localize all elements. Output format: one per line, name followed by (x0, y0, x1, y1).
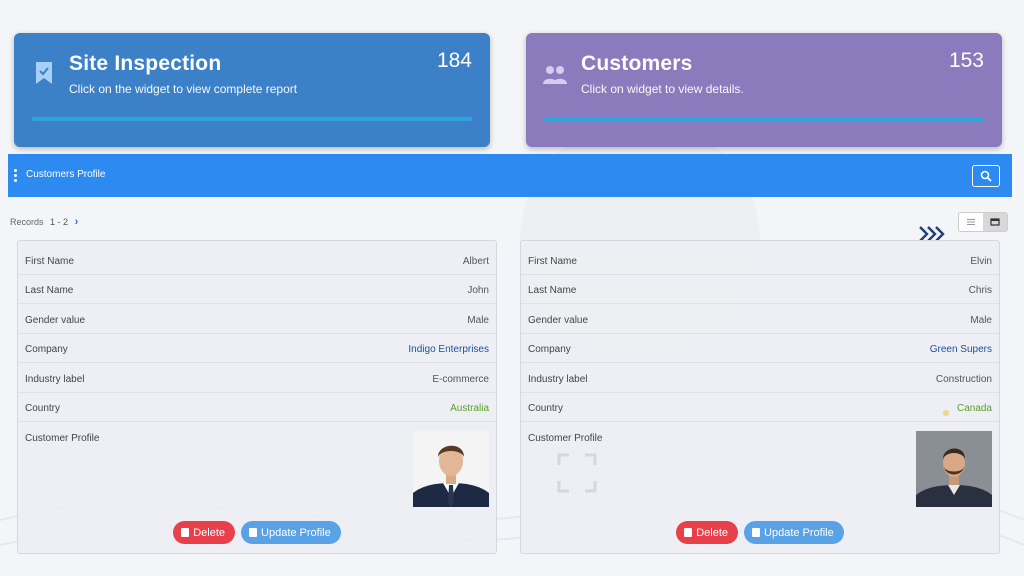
field-value: Chris (968, 285, 992, 296)
field-label: Company (528, 344, 571, 355)
field-value: Construction (935, 374, 992, 385)
field-value: Elvin (970, 256, 992, 267)
field-row: Industry label Construction (521, 364, 999, 393)
widget-progress-bar (544, 117, 984, 121)
trash-icon (181, 528, 190, 537)
field-value: Male (970, 315, 992, 326)
customers-profile-header: Customers Profile (8, 154, 1012, 197)
field-value: E-commerce (432, 374, 489, 385)
card-actions: Delete Update Profile (18, 521, 496, 544)
panel-title: Customers Profile (26, 169, 106, 180)
field-label: Country (528, 403, 564, 414)
card-actions: Delete Update Profile (521, 521, 999, 544)
widget-title: Site Inspection (69, 52, 222, 75)
widget-title: Customers (581, 52, 693, 75)
customer-card: First Name Albert Last Name John Gender … (17, 240, 497, 554)
records-range: 1 - 2 (50, 217, 69, 227)
field-row: Country Canada (521, 393, 999, 422)
widget-subtitle: Click on the widget to view complete rep… (69, 82, 298, 96)
field-row: First Name Albert (18, 246, 496, 275)
field-row: Gender value Male (18, 305, 496, 334)
field-label: First Name (528, 256, 577, 267)
company-link[interactable]: Green Supers (930, 344, 992, 355)
list-view-button[interactable] (959, 213, 983, 231)
records-label: Records (10, 217, 44, 227)
customers-widget[interactable]: Customers Click on widget to view detail… (526, 33, 1002, 147)
view-toggle (958, 212, 1008, 232)
field-label: Customer Profile (25, 433, 100, 444)
save-icon (752, 528, 761, 537)
kebab-menu-icon[interactable] (14, 169, 18, 182)
widget-subtitle: Click on widget to view details. (581, 82, 744, 96)
field-label: Industry label (25, 374, 85, 385)
field-label: Industry label (528, 374, 588, 385)
trash-icon (684, 528, 693, 537)
widget-progress-bar (32, 117, 472, 121)
delete-label: Delete (696, 526, 729, 539)
next-page-chevron-icon[interactable]: › (75, 216, 79, 228)
customer-card: First Name Elvin Last Name Chris Gender … (520, 240, 1000, 554)
delete-label: Delete (193, 526, 226, 539)
field-row: Last Name Chris (521, 275, 999, 304)
field-row: Gender value Male (521, 305, 999, 334)
country-value: Australia (450, 403, 489, 414)
widget-count: 184 (436, 49, 472, 72)
country-value: Canada (956, 403, 992, 414)
field-label: Country (25, 403, 61, 414)
update-label: Update Profile (764, 526, 834, 539)
search-button[interactable] (972, 165, 1000, 187)
card-view-button[interactable] (983, 213, 1007, 231)
field-row: Industry label E-commerce (18, 364, 496, 393)
widget-count: 153 (948, 49, 984, 72)
focus-frame-icon (557, 453, 597, 493)
search-icon (980, 170, 992, 182)
site-inspection-widget[interactable]: Site Inspection Click on the widget to v… (14, 33, 490, 147)
customer-photo (916, 431, 992, 507)
field-row: Company Green Supers (521, 334, 999, 363)
users-icon (543, 66, 567, 84)
field-row: Last Name John (18, 275, 496, 304)
list-icon (967, 219, 975, 225)
field-value: Male (467, 315, 489, 326)
bookmark-check-icon (36, 62, 52, 84)
field-row: Country Australia (18, 393, 496, 422)
field-label: Gender value (528, 315, 589, 326)
cursor-highlight (943, 410, 949, 416)
update-label: Update Profile (261, 526, 331, 539)
field-label: Last Name (25, 285, 74, 296)
field-row: Company Indigo Enterprises (18, 334, 496, 363)
save-icon (249, 528, 258, 537)
delete-button[interactable]: Delete (173, 521, 236, 544)
field-label: Company (25, 344, 68, 355)
company-link[interactable]: Indigo Enterprises (408, 344, 489, 355)
field-value: Albert (462, 256, 489, 267)
update-profile-button[interactable]: Update Profile (744, 521, 844, 544)
field-label: Gender value (25, 315, 86, 326)
customer-photo (413, 431, 489, 507)
delete-button[interactable]: Delete (676, 521, 739, 544)
records-pager: Records 1 - 2 › (10, 216, 78, 228)
field-label: First Name (25, 256, 74, 267)
card-view-icon (990, 218, 1000, 226)
update-profile-button[interactable]: Update Profile (241, 521, 341, 544)
field-label: Customer Profile (528, 433, 603, 444)
field-row: First Name Elvin (521, 246, 999, 275)
field-value: John (467, 285, 489, 296)
field-label: Last Name (528, 285, 577, 296)
